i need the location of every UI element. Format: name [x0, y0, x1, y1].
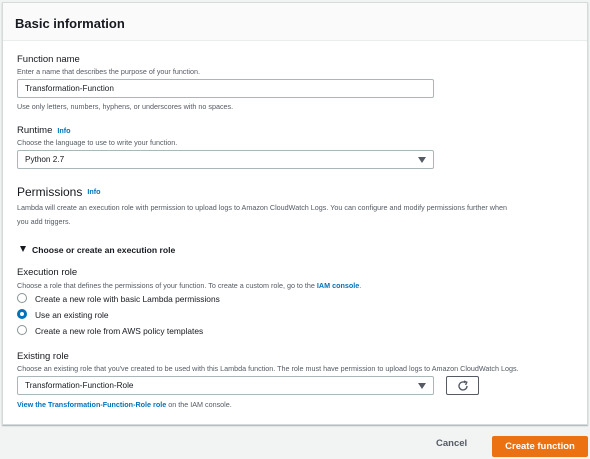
existing-role-select[interactable]: Transformation-Function-Role [17, 376, 434, 395]
execution-role-description: Choose a role that defines the permissio… [17, 281, 361, 290]
radio-button[interactable] [17, 293, 27, 303]
runtime-selected-value: Python 2.7 [25, 155, 65, 164]
existing-role-description: Choose an existing role that you've crea… [17, 364, 519, 373]
refresh-icon [458, 380, 468, 391]
runtime-description: Choose the language to use to write your… [17, 138, 178, 147]
view-role-suffix: on the IAM console. [166, 400, 232, 409]
create-function-button[interactable]: Create function [492, 436, 588, 457]
caret-expanded-icon [20, 246, 26, 252]
execution-role-label: Execution role [17, 267, 78, 278]
iam-console-link[interactable]: IAM console [317, 281, 359, 290]
radio-create-from-templates[interactable]: Create a new role from AWS policy templa… [17, 325, 203, 336]
permissions-description-line1: Lambda will create an execution role wit… [17, 203, 507, 212]
basic-information-panel: Basic information Function name Enter a … [2, 2, 588, 425]
function-name-input[interactable] [17, 79, 434, 98]
expander-label: Choose or create an execution role [32, 245, 176, 255]
permissions-description-line2: you add triggers. [17, 217, 71, 226]
runtime-label-row: Runtime Info [17, 125, 71, 136]
execution-role-description-suffix: . [359, 281, 362, 290]
radio-create-basic-role[interactable]: Create a new role with basic Lambda perm… [17, 293, 220, 304]
runtime-label: Runtime [17, 125, 53, 136]
radio-label: Create a new role from AWS policy templa… [35, 326, 204, 336]
panel-header: Basic information [3, 3, 587, 41]
view-role-row: View the Transformation-Function-Role ro… [17, 400, 232, 409]
execution-role-description-text: Choose a role that defines the permissio… [17, 281, 317, 290]
function-name-description: Enter a name that describes the purpose … [17, 67, 200, 76]
radio-label: Create a new role with basic Lambda perm… [35, 294, 220, 304]
existing-role-label: Existing role [17, 351, 69, 362]
runtime-select[interactable]: Python 2.7 [17, 150, 434, 169]
view-role-link[interactable]: View the Transformation-Function-Role ro… [17, 400, 166, 409]
radio-button-selected[interactable] [17, 309, 27, 319]
radio-use-existing-role[interactable]: Use an existing role [17, 309, 109, 320]
execution-role-expander[interactable]: Choose or create an execution role [20, 245, 175, 255]
permissions-heading-row: Permissions Info [17, 185, 101, 199]
function-name-hint: Use only letters, numbers, hyphens, or u… [17, 102, 234, 111]
permissions-title: Permissions [17, 185, 83, 199]
cancel-button[interactable]: Cancel [436, 438, 467, 449]
caret-down-icon [418, 383, 426, 389]
panel-title: Basic information [15, 16, 125, 31]
permissions-info-link[interactable]: Info [87, 187, 100, 196]
runtime-info-link[interactable]: Info [57, 126, 70, 135]
caret-down-icon [418, 157, 426, 163]
function-name-label: Function name [17, 54, 80, 65]
radio-button[interactable] [17, 325, 27, 335]
existing-role-selected-value: Transformation-Function-Role [25, 381, 134, 390]
radio-label: Use an existing role [35, 310, 109, 320]
refresh-roles-button[interactable] [446, 376, 479, 395]
